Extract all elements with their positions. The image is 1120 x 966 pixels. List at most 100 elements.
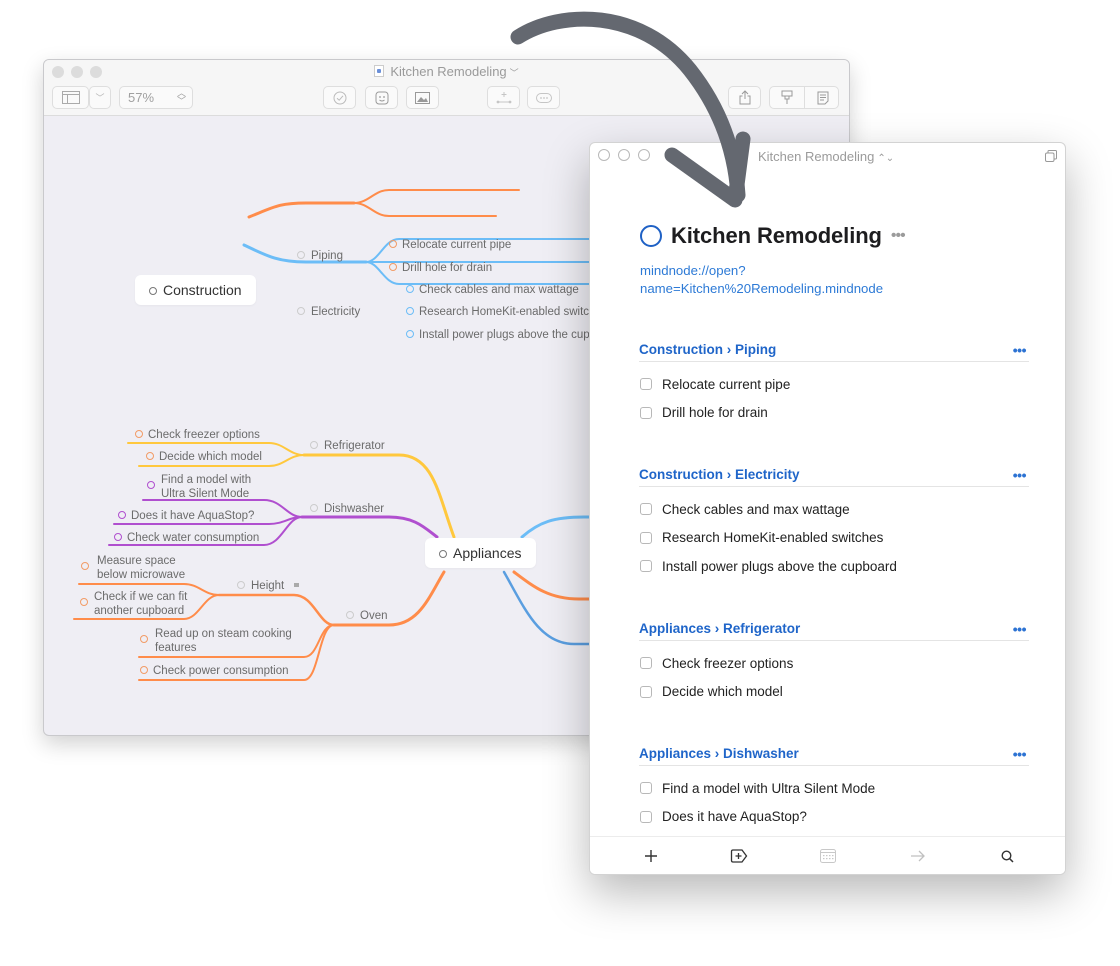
share-icon xyxy=(739,90,750,105)
close-button[interactable] xyxy=(598,149,610,161)
section-breadcrumb[interactable]: Construction › Piping xyxy=(639,342,776,357)
root-node-construction[interactable]: Construction xyxy=(135,275,256,305)
task-ring-icon xyxy=(146,452,154,460)
task-ring-icon[interactable] xyxy=(640,225,662,247)
checkbox[interactable] xyxy=(640,531,652,544)
add-button[interactable] xyxy=(642,847,660,865)
checkbox[interactable] xyxy=(640,503,652,516)
node-task[interactable]: Install power plugs above the cupboard xyxy=(406,328,619,342)
window-title[interactable]: Kitchen Remodeling ﹀ xyxy=(44,64,849,79)
brush-icon xyxy=(781,90,793,104)
task-item[interactable]: Find a model with Ultra Silent Mode xyxy=(639,774,1029,803)
node-task[interactable]: Check if we can fit another cupboard xyxy=(80,590,200,618)
more-icon[interactable]: ••• xyxy=(891,227,906,245)
node-task[interactable]: Check power consumption xyxy=(140,664,289,678)
share-button[interactable] xyxy=(728,86,761,109)
image-button[interactable] xyxy=(406,86,439,109)
node-height[interactable]: Height xyxy=(237,579,300,593)
root-node-appliances[interactable]: Appliances xyxy=(425,538,536,568)
node-electricity[interactable]: Electricity xyxy=(297,305,360,319)
duplicate-window-icon[interactable] xyxy=(1045,150,1057,162)
task-ring-icon xyxy=(389,240,397,248)
node-refrigerator[interactable]: Refrigerator xyxy=(310,439,385,453)
task-ring-icon xyxy=(406,285,414,293)
node-task[interactable]: Check water consumption xyxy=(114,531,259,545)
node-task[interactable]: Check freezer options xyxy=(135,428,260,442)
progress-ring-icon xyxy=(237,581,245,589)
zoom-level-field[interactable]: 57% ︿ ﹀ xyxy=(119,86,193,109)
outline-content[interactable]: Kitchen Remodeling ••• mindnode://open? … xyxy=(590,173,1065,836)
up-down-chevron-icon: ⌃⌄ xyxy=(877,153,895,164)
section-breadcrumb[interactable]: Appliances › Dishwasher xyxy=(639,746,799,761)
more-icon[interactable]: ••• xyxy=(1013,467,1027,483)
move-button[interactable] xyxy=(908,847,926,865)
node-task[interactable]: Decide which model xyxy=(146,450,262,464)
checkbox[interactable] xyxy=(640,560,652,573)
chevron-down-icon: ﹀ xyxy=(509,68,519,78)
task-ring-icon xyxy=(135,430,143,438)
inspector-group xyxy=(769,86,839,109)
task-button[interactable] xyxy=(323,86,356,109)
zoom-button[interactable] xyxy=(638,149,650,161)
outline-button[interactable] xyxy=(805,87,840,108)
sidebar-toggle-button[interactable] xyxy=(52,86,89,109)
task-item[interactable]: Relocate current pipe xyxy=(639,370,1029,399)
style-button[interactable] xyxy=(770,87,805,108)
task-item[interactable]: Research HomeKit-enabled switches xyxy=(639,524,1029,553)
checkbox[interactable] xyxy=(640,378,652,391)
section-header: Appliances › Refrigerator ••• xyxy=(639,619,1029,641)
document-link[interactable]: mindnode://open? name=Kitchen%20Remodeli… xyxy=(640,262,940,298)
section-header: Appliances › Dishwasher ••• xyxy=(639,744,1029,766)
more-button[interactable] xyxy=(527,86,560,109)
task-item[interactable]: Install power plugs above the cupboard xyxy=(639,552,1029,581)
node-task[interactable]: Relocate current pipe xyxy=(389,238,511,252)
node-task[interactable]: Drill hole for drain xyxy=(389,261,492,275)
checkbox[interactable] xyxy=(640,782,652,795)
section-breadcrumb[interactable]: Appliances › Refrigerator xyxy=(639,621,800,636)
task-item[interactable]: Check cables and max wattage xyxy=(639,495,1029,524)
checkbox[interactable] xyxy=(640,406,652,419)
checkmark-icon xyxy=(333,91,346,104)
task-item[interactable]: Decide which model xyxy=(639,678,1029,707)
task-item[interactable]: Check freezer options xyxy=(639,649,1029,678)
more-icon[interactable]: ••• xyxy=(1013,342,1027,358)
more-icon[interactable]: ••• xyxy=(1013,621,1027,637)
checkbox[interactable] xyxy=(640,810,652,823)
stepper-icon[interactable]: ︿ ﹀ xyxy=(177,89,186,106)
section-breadcrumb[interactable]: Construction › Electricity xyxy=(639,467,800,482)
search-button[interactable] xyxy=(998,847,1016,865)
add-tag-icon xyxy=(730,849,748,863)
node-task[interactable]: Read up on steam cooking features xyxy=(140,627,310,655)
node-oven[interactable]: Oven xyxy=(346,609,388,623)
task-ring-icon xyxy=(389,263,397,271)
section-header: Construction › Electricity ••• xyxy=(639,465,1029,487)
checkbox[interactable] xyxy=(640,685,652,698)
calendar-button[interactable] xyxy=(819,847,837,865)
node-task[interactable]: Measure space below microwave xyxy=(81,554,191,582)
node-task[interactable]: Does it have AquaStop? xyxy=(118,509,254,523)
progress-ring-icon xyxy=(346,611,354,619)
node-dishwasher[interactable]: Dishwasher xyxy=(310,502,384,516)
node-task[interactable]: Research HomeKit-enabled switches xyxy=(406,305,608,319)
sticker-button[interactable] xyxy=(365,86,398,109)
document-title[interactable]: Kitchen Remodeling xyxy=(671,223,882,249)
minimize-button[interactable] xyxy=(618,149,630,161)
task-item[interactable]: Does it have AquaStop? xyxy=(639,803,1029,832)
branch-line-piping-task-1 xyxy=(353,189,520,204)
arrow-right-icon xyxy=(910,850,925,862)
progress-ring-icon xyxy=(297,251,305,259)
more-icon[interactable]: ••• xyxy=(1013,746,1027,762)
sidebar-menu-button[interactable]: ﹀ xyxy=(89,86,111,109)
node-piping[interactable]: Piping xyxy=(297,249,343,263)
add-node-button[interactable] xyxy=(487,86,520,109)
task-item[interactable]: Drill hole for drain xyxy=(639,399,1029,428)
bottom-toolbar xyxy=(590,836,1065,874)
progress-ring-icon xyxy=(439,550,447,558)
node-task[interactable]: Check cables and max wattage xyxy=(406,283,579,297)
task-ring-icon xyxy=(406,330,414,338)
node-task[interactable]: Find a model with Ultra Silent Mode xyxy=(147,473,267,501)
add-tag-button[interactable] xyxy=(730,847,748,865)
task-ring-icon xyxy=(80,598,88,606)
checkbox[interactable] xyxy=(640,657,652,670)
window-title[interactable]: Kitchen Remodeling ⌃⌄ xyxy=(758,149,894,164)
